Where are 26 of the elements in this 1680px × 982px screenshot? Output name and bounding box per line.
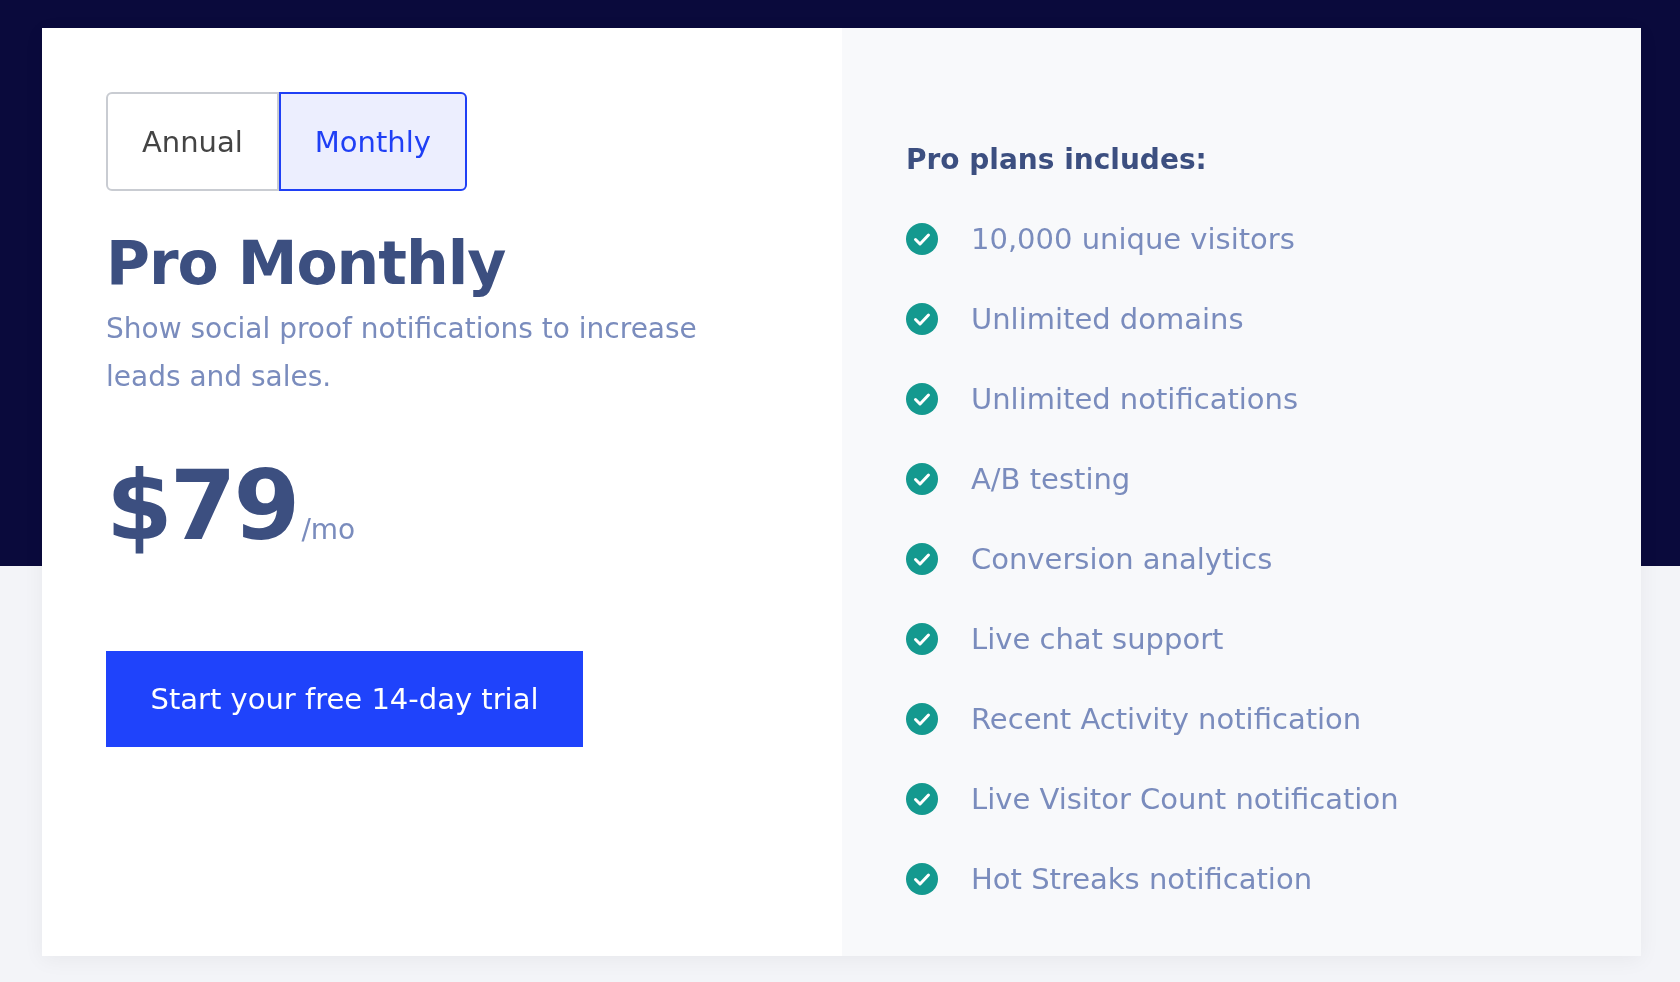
feature-text: Recent Activity notification	[971, 702, 1362, 736]
check-icon	[906, 383, 938, 415]
plan-description: Show social proof notifications to increase leads and sales.	[106, 311, 698, 395]
check-icon	[906, 703, 938, 735]
check-icon	[906, 223, 938, 255]
feature-text: A/B testing	[971, 462, 1131, 496]
check-icon	[906, 303, 938, 335]
plan-title: Pro Monthly	[106, 227, 507, 299]
check-icon	[906, 463, 938, 495]
feature-text: Conversion analytics	[971, 542, 1273, 576]
feature-text: Live Visitor Count notification	[971, 782, 1399, 816]
trial-button[interactable]: Start your free 14-day trial	[106, 651, 583, 747]
billing-tab[interactable]: Annual	[106, 92, 279, 191]
price-period: /mo	[301, 513, 356, 546]
feature-text: Unlimited domains	[971, 302, 1244, 336]
check-icon	[906, 863, 938, 895]
check-icon	[906, 543, 938, 575]
billing-tab[interactable]: Monthly	[278, 92, 467, 191]
check-icon	[906, 783, 938, 815]
feature-text: Hot Streaks notification	[971, 862, 1313, 896]
feature-text: Unlimited notifications	[971, 382, 1299, 416]
plan-price: $79	[106, 451, 298, 561]
features-heading: Pro plans includes:	[906, 142, 1208, 178]
feature-text: Live chat support	[971, 622, 1224, 656]
check-icon	[906, 623, 938, 655]
feature-text: 10,000 unique visitors	[971, 222, 1295, 256]
